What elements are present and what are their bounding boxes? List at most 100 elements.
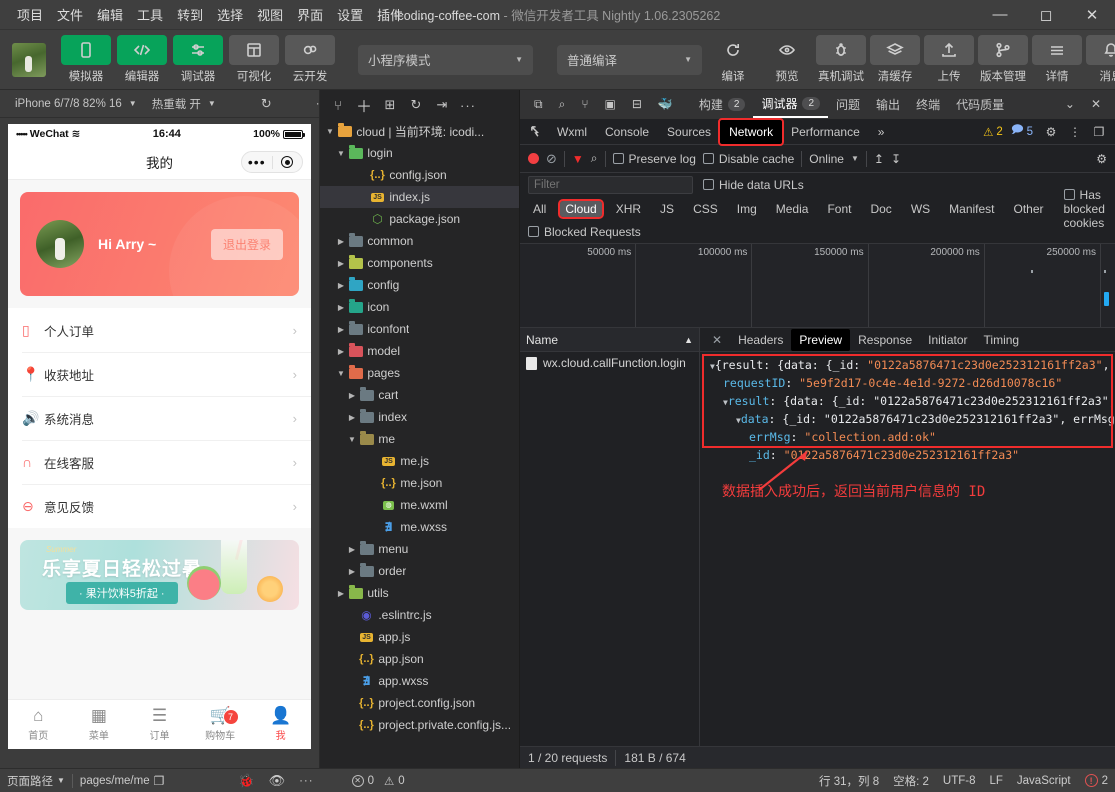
mode-select[interactable]: 小程序模式 ▼	[358, 44, 533, 75]
menu-item-7[interactable]: 界面	[290, 2, 330, 27]
file-tree-row[interactable]: {..} project.private.config.js...	[320, 714, 519, 736]
request-list-header[interactable]: Name ▲	[520, 328, 699, 352]
chevron-right-icon[interactable]: ▶	[346, 545, 358, 554]
type-filter-Other[interactable]: Other	[1009, 201, 1049, 217]
cursor-position[interactable]: 行 31，列 8	[812, 773, 886, 789]
file-tree-row[interactable]: ▶ cart	[320, 384, 519, 406]
profile-menu-item-2[interactable]: 🔊 系统消息 ›	[8, 396, 311, 440]
preview-line[interactable]: ▼{result: {data: {_id: "0122a5876471c23d…	[704, 357, 1115, 375]
save-icon[interactable]: ⊟	[624, 90, 650, 118]
detail-tab-Response[interactable]: Response	[850, 329, 920, 351]
editor-tab-输出[interactable]: 输出	[868, 90, 908, 118]
devtools-tab-Sources[interactable]: Sources	[658, 120, 720, 144]
blocked-requests-checkbox[interactable]: Blocked Requests	[528, 225, 641, 239]
file-tree-row[interactable]: JS me.js	[320, 450, 519, 472]
file-tree-row[interactable]: ▶ index	[320, 406, 519, 428]
type-filter-Media[interactable]: Media	[771, 201, 814, 217]
type-filter-Font[interactable]: Font	[822, 201, 856, 217]
menu-item-8[interactable]: 设置	[330, 2, 370, 27]
toolbar-button-云开发[interactable]: 云开发	[282, 35, 338, 84]
toolbar-button-详情[interactable]: 详情	[1030, 35, 1084, 84]
hot-reload-toggle[interactable]: 热重载 开	[145, 96, 208, 112]
request-row[interactable]: wx.cloud.callFunction.login	[520, 352, 699, 374]
indentation[interactable]: 空格: 2	[886, 773, 936, 789]
target-icon[interactable]	[273, 156, 303, 168]
file-tree-row[interactable]: ▼ me	[320, 428, 519, 450]
filter-input[interactable]	[528, 176, 693, 194]
toolbar-button-模拟器[interactable]: 模拟器	[58, 35, 114, 84]
tab-bar-item-我[interactable]: 👤 我	[250, 707, 311, 742]
file-tree-row[interactable]: {..} config.json	[320, 164, 519, 186]
chevron-right-icon[interactable]: ▶	[346, 567, 358, 576]
menu-item-2[interactable]: 编辑	[90, 2, 130, 27]
new-folder-icon[interactable]: ＋	[352, 94, 376, 116]
new-file-icon[interactable]: ⑂	[326, 94, 350, 116]
tab-bar-item-首页[interactable]: ⌂ 首页	[8, 707, 69, 742]
chevron-down-icon[interactable]: ▼	[335, 369, 347, 378]
file-tree-row[interactable]: ▼ pages	[320, 362, 519, 384]
file-tree-row[interactable]: ◍ me.wxml	[320, 494, 519, 516]
copy-icon[interactable]: ❐	[154, 774, 165, 788]
collapse-icon[interactable]: ⇥	[430, 94, 454, 116]
more-vertical-icon[interactable]: ⋮	[1063, 121, 1087, 143]
more-panels-icon[interactable]: »	[869, 120, 894, 144]
menu-item-5[interactable]: 选择	[210, 2, 250, 27]
debug-icon[interactable]: 🐞	[231, 773, 261, 789]
throttling-select[interactable]: Online	[809, 152, 844, 166]
menu-item-1[interactable]: 文件	[50, 2, 90, 27]
toolbar-button-调试器[interactable]: 调试器	[170, 35, 226, 84]
clear-icon[interactable]: ⊘	[546, 151, 557, 167]
compile-select[interactable]: 普通编译 ▼	[557, 44, 702, 75]
menu-item-4[interactable]: 转到	[170, 2, 210, 27]
eol[interactable]: LF	[982, 775, 1009, 787]
file-tree-row[interactable]: ▶ iconfont	[320, 318, 519, 340]
more-icon[interactable]: ···	[456, 94, 480, 116]
logout-button[interactable]: 退出登录	[210, 228, 283, 260]
devtools-tab-Performance[interactable]: Performance	[782, 120, 869, 144]
devtools-tab-Wxml[interactable]: Wxml	[548, 120, 596, 144]
filter-icon[interactable]: ▼	[572, 152, 584, 166]
tab-bar-item-订单[interactable]: ☰ 订单	[129, 707, 190, 742]
branch-icon[interactable]: ⑂	[573, 90, 596, 118]
file-tree-row[interactable]: {..} project.config.json	[320, 692, 519, 714]
toolbar-button-版本管理[interactable]: 版本管理	[976, 35, 1030, 84]
language-mode[interactable]: JavaScript	[1010, 775, 1078, 787]
detail-tab-Timing[interactable]: Timing	[976, 329, 1028, 351]
device-select[interactable]: iPhone 6/7/8 82% 16	[8, 98, 129, 110]
search-icon[interactable]: ⌕	[591, 151, 598, 166]
file-tree-row[interactable]: ▶ order	[320, 560, 519, 582]
throttling-chevron-icon[interactable]: ▼	[851, 154, 859, 163]
type-filter-JS[interactable]: JS	[655, 201, 679, 217]
info-count[interactable]: 🗩 5	[1011, 122, 1033, 141]
toolbar-button-预览[interactable]: 预览	[760, 35, 814, 84]
detail-tab-Initiator[interactable]: Initiator	[920, 329, 975, 351]
editor-tab-代码质量[interactable]: 代码质量	[948, 90, 1012, 118]
disable-cache-checkbox[interactable]: Disable cache	[702, 152, 794, 166]
editor-tab-调试器[interactable]: 调试器 2	[753, 90, 829, 118]
profile-menu-item-4[interactable]: ⊖ 意见反馈 ›	[8, 484, 311, 528]
file-tree-row[interactable]: ▶ utils	[320, 582, 519, 604]
close-button[interactable]: ✕	[1069, 0, 1115, 30]
file-tree-row[interactable]: ▶ components	[320, 252, 519, 274]
type-filter-XHR[interactable]: XHR	[611, 201, 646, 217]
file-tree-row[interactable]: {..} me.json	[320, 472, 519, 494]
type-filter-Doc[interactable]: Doc	[865, 201, 896, 217]
type-filter-Manifest[interactable]: Manifest	[944, 201, 999, 217]
profile-avatar[interactable]	[36, 220, 84, 268]
extensions-icon[interactable]: ▣	[597, 90, 624, 118]
chevron-down-icon[interactable]: ▼	[346, 435, 358, 444]
menu-item-0[interactable]: 项目	[10, 2, 50, 27]
tab-bar-item-菜单[interactable]: ▦ 菜单	[69, 707, 130, 742]
editor-tab-构建[interactable]: 构建 2	[691, 90, 754, 118]
type-filter-Img[interactable]: Img	[732, 201, 762, 217]
network-timeline-overview[interactable]: 50000 ms 100000 ms 150000 ms 200000 ms 2…	[520, 243, 1115, 328]
add-folder-icon[interactable]: ⊞	[378, 94, 402, 116]
file-tree-row[interactable]: ∄ me.wxss	[320, 516, 519, 538]
hide-data-urls-checkbox[interactable]: Hide data URLs	[703, 178, 804, 192]
toolbar-button-上传[interactable]: 上传	[922, 35, 976, 84]
preview-line[interactable]: ▼result: {data: {_id: "0122a5876471c23d0…	[704, 393, 1115, 411]
file-tree-row[interactable]: JS index.js	[320, 186, 519, 208]
network-settings-icon[interactable]: ⚙	[1096, 152, 1107, 166]
toolbar-button-真机调试[interactable]: 真机调试	[814, 35, 868, 84]
profile-menu-item-1[interactable]: 📍 收获地址 ›	[8, 352, 311, 396]
